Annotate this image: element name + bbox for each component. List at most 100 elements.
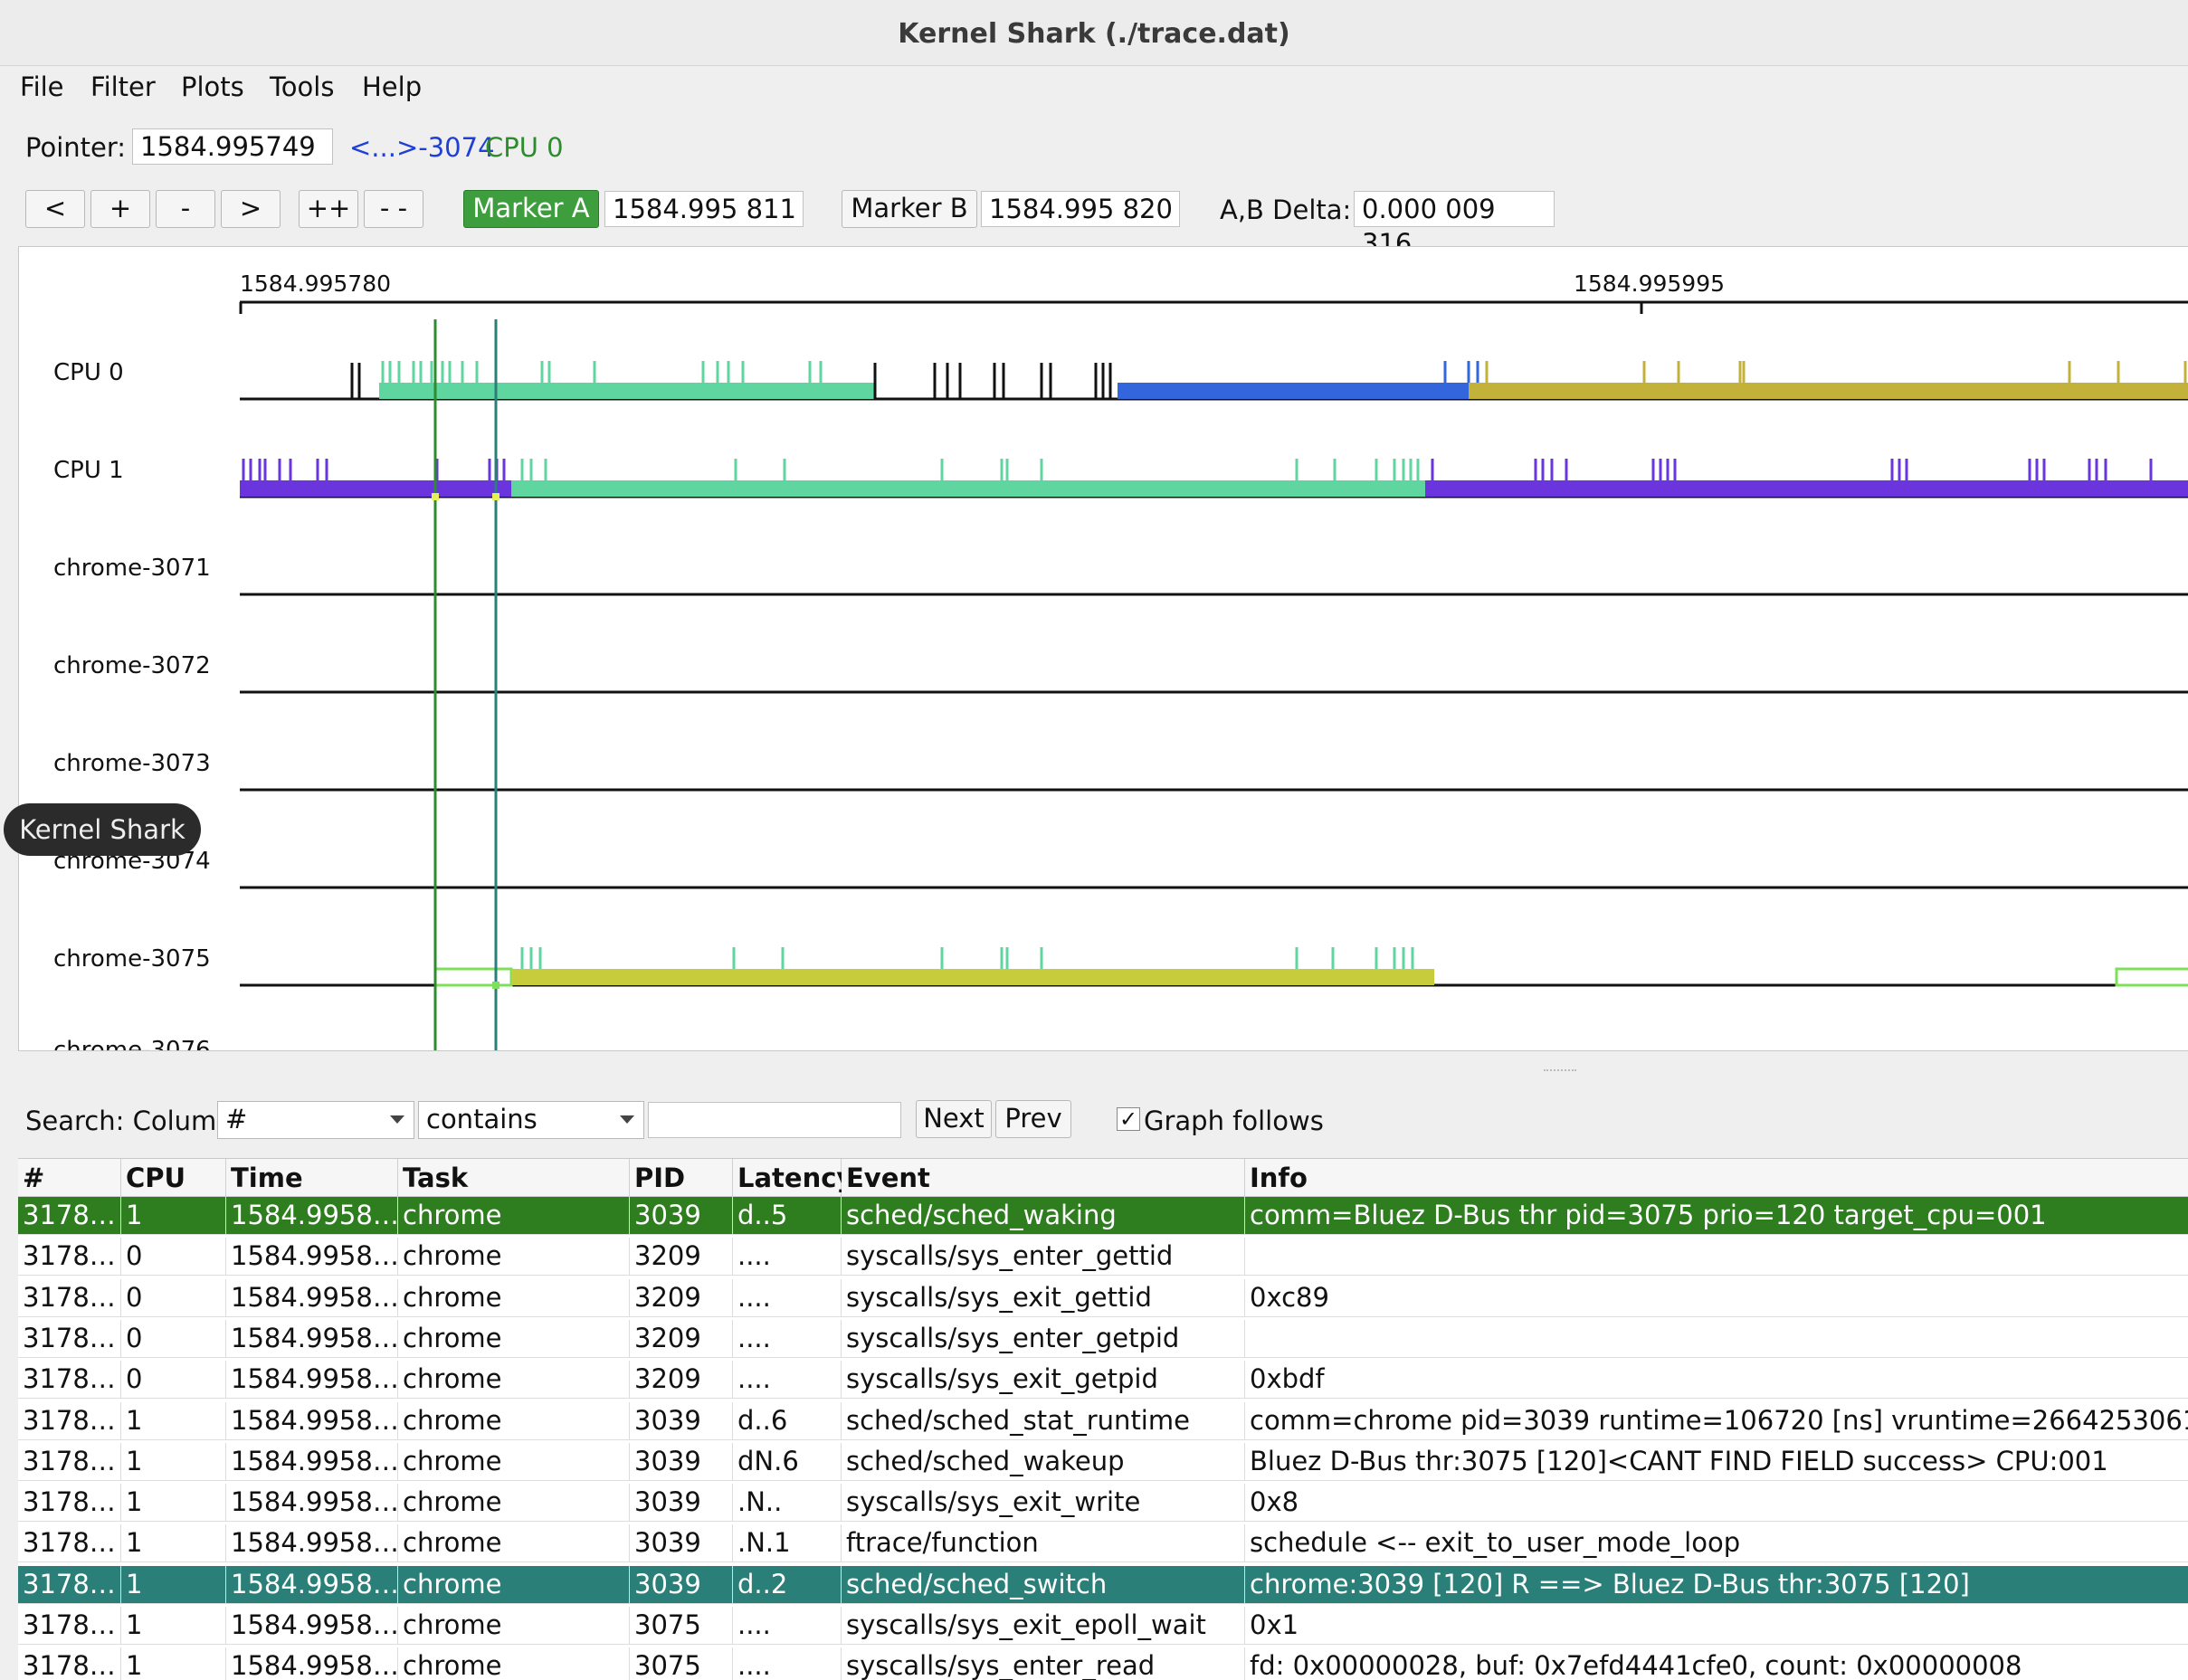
table-row[interactable]: 3178… 1 1584.9958… chrome 3075.... syscalls/s… <box>18 1647 2188 1680</box>
table-row[interactable]: 3178… 1 1584.9958… chrome 3039 dN.6 sched/sche… <box>18 1442 2188 1481</box>
column-header-info[interactable]: Info <box>1245 1159 2188 1197</box>
table-row[interactable]: 3178… 0 1584.9958… chrome 3209.... syscalls/s… <box>18 1278 2188 1317</box>
cell-latency: d..2 <box>733 1565 842 1604</box>
cell-number: 3178… <box>18 1442 121 1481</box>
search-mode-select[interactable]: contains <box>418 1101 644 1139</box>
table-row[interactable]: 3178… 0 1584.9958… chrome 3209.... syscalls/s… <box>18 1361 2188 1400</box>
cell-latency: d..6 <box>733 1401 842 1440</box>
cell-task: chrome <box>398 1565 630 1604</box>
cell-cpu: 1 <box>121 1197 226 1235</box>
delta-value-field[interactable]: 0.000 009 316 <box>1354 191 1555 259</box>
scroll-right-button[interactable]: > <box>221 190 281 228</box>
pointer-cpu: CPU 0 <box>485 132 564 163</box>
cell-cpu: 0 <box>121 1278 226 1317</box>
cell-cpu: 0 <box>121 1361 226 1400</box>
splitter-handle[interactable] <box>1544 1069 1576 1075</box>
table-row[interactable]: 3178… 0 1584.9958… chrome 3209.... syscalls/s… <box>18 1319 2188 1358</box>
table-row[interactable]: 3178… 1 1584.9958… chrome 3075.... syscalls/s… <box>18 1607 2188 1645</box>
cell-task: chrome <box>398 1484 630 1523</box>
cell-number: 3178… <box>18 1361 121 1400</box>
cell-info: 0x1 <box>1250 1609 1299 1640</box>
menu-plots[interactable]: Plots <box>181 71 244 102</box>
cell-event: sched/sched_switch <box>842 1565 1245 1604</box>
cell-number: 3178… <box>18 1565 121 1604</box>
cell-timestamp: 1584.9958… <box>226 1484 398 1523</box>
cell-info <box>1245 1320 2188 1358</box>
cell-pid: 3075 <box>630 1607 733 1645</box>
cell-pid: 3209 <box>630 1238 733 1277</box>
cell-timestamp: 1584.9958… <box>226 1319 398 1358</box>
search-prev-button[interactable]: Prev <box>995 1100 1071 1138</box>
trace-plot[interactable]: chrome-3076 <box>19 247 2188 1051</box>
cpu0-olive-segment <box>1469 383 2188 399</box>
cell-info: chrome:3039 [120] R ==> Bluez D-Bus thr:… <box>1250 1568 1970 1599</box>
chevron-down-icon <box>390 1115 404 1124</box>
pointer-value-field[interactable]: 1584.995749 <box>132 128 333 165</box>
menu-tools[interactable]: Tools <box>270 71 334 102</box>
table-row[interactable]: 3178… 1 1584.9958… chrome 3039 .N.. syscalls/s… <box>18 1484 2188 1523</box>
table-row[interactable]: 3178… 1 1584.9958… chrome 3039 d..2 sched/sche… <box>18 1565 2188 1604</box>
scroll-left-button[interactable]: < <box>25 190 85 228</box>
table-row[interactable]: 3178… 1 1584.9958… chrome 3039 .N.1 ftrace/fun… <box>18 1524 2188 1563</box>
cell-info: comm=Bluez D-Bus thr pid=3075 prio=120 t… <box>1250 1200 2047 1230</box>
column-header-number[interactable]: # <box>18 1159 121 1197</box>
menu-filter[interactable]: Filter <box>90 71 156 102</box>
zoom-in-button[interactable]: + <box>90 190 150 228</box>
cell-latency: .... <box>733 1361 842 1400</box>
cell-cpu: 1 <box>121 1647 226 1680</box>
cell-latency: .N.1 <box>733 1524 842 1563</box>
cell-event: sched/sched_waking <box>842 1197 1245 1235</box>
table-row[interactable]: 3178… 1 1584.9958… chrome 3039 d..6 sched/sche… <box>18 1401 2188 1440</box>
marker-a-button[interactable]: Marker A <box>463 190 599 228</box>
cell-info: 0xc89 <box>1250 1281 1329 1313</box>
menu-help[interactable]: Help <box>362 71 422 102</box>
cell-timestamp: 1584.9958… <box>226 1401 398 1440</box>
zoom-min-button[interactable]: - - <box>364 190 423 228</box>
column-header-event[interactable]: Event <box>842 1159 1245 1197</box>
trace-graph-panel[interactable]: 1584.995780 1584.995995 CPU 0 CPU 1 chro… <box>18 246 2188 1051</box>
search-column-select[interactable]: # <box>217 1101 414 1139</box>
cell-cpu: 1 <box>121 1565 226 1604</box>
search-column-value: # <box>225 1104 248 1134</box>
cell-pid: 3209 <box>630 1278 733 1317</box>
cell-event: sched/sched_stat_runtime <box>842 1401 1245 1440</box>
cell-timestamp: 1584.9958… <box>226 1524 398 1563</box>
column-header-pid[interactable]: PID <box>630 1159 733 1197</box>
column-header-cpu[interactable]: CPU <box>121 1159 226 1197</box>
table-row[interactable]: 3178… 0 1584.9958… chrome 3209.... syscalls/s… <box>18 1238 2188 1277</box>
zoom-out-button[interactable]: - <box>156 190 215 228</box>
cell-cpu: 0 <box>121 1319 226 1358</box>
cell-cpu: 0 <box>121 1238 226 1277</box>
cell-latency: d..5 <box>733 1197 842 1235</box>
cell-task: chrome <box>398 1524 630 1563</box>
cell-number: 3178… <box>18 1278 121 1317</box>
chrome-3075-running <box>511 969 1434 985</box>
cell-info: 0xbdf <box>1250 1363 1325 1395</box>
column-header-timestamp[interactable]: Time Stamp <box>226 1159 398 1231</box>
cell-number: 3178… <box>18 1607 121 1645</box>
graph-follows-checkbox[interactable]: ✓ <box>1117 1107 1140 1131</box>
cell-latency: .... <box>733 1607 842 1645</box>
search-next-button[interactable]: Next <box>916 1100 992 1138</box>
marker-b-value-field[interactable]: 1584.995 820 <box>981 191 1180 227</box>
cpu1-purple-segment <box>240 480 511 497</box>
window-title: Kernel Shark (./trace.dat) <box>898 18 1290 50</box>
column-header-task[interactable]: Task <box>398 1159 630 1197</box>
column-header-latency[interactable]: Latency <box>733 1159 853 1197</box>
cell-task: chrome <box>398 1238 630 1277</box>
zoom-max-button[interactable]: ++ <box>299 190 358 228</box>
cell-info: Bluez D-Bus thr:3075 [120]<CANT FIND FIE… <box>1250 1445 2108 1476</box>
marker-b-button[interactable]: Marker B <box>842 190 977 228</box>
cell-event: syscalls/sys_enter_gettid <box>842 1238 1245 1277</box>
events-table[interactable]: # CPU Time Stamp Task PID Latency Event … <box>18 1158 2188 1680</box>
cell-timestamp: 1584.9958… <box>226 1278 398 1317</box>
cpu1-track <box>240 459 2188 498</box>
table-row[interactable]: 3178… 1 1584.9958… chrome 3039 d..5 sched/sche… <box>18 1197 2188 1235</box>
marker-a-value-field[interactable]: 1584.995 811 <box>604 191 804 227</box>
delta-label: A,B Delta: <box>1220 195 1352 225</box>
search-input[interactable] <box>648 1102 901 1138</box>
cell-event: syscalls/sys_exit_write <box>842 1484 1245 1523</box>
menu-file[interactable]: File <box>20 71 64 102</box>
cell-event: sched/sched_wakeup <box>842 1442 1245 1481</box>
cell-info: comm=chrome pid=3039 runtime=106720 [ns]… <box>1250 1404 2188 1436</box>
